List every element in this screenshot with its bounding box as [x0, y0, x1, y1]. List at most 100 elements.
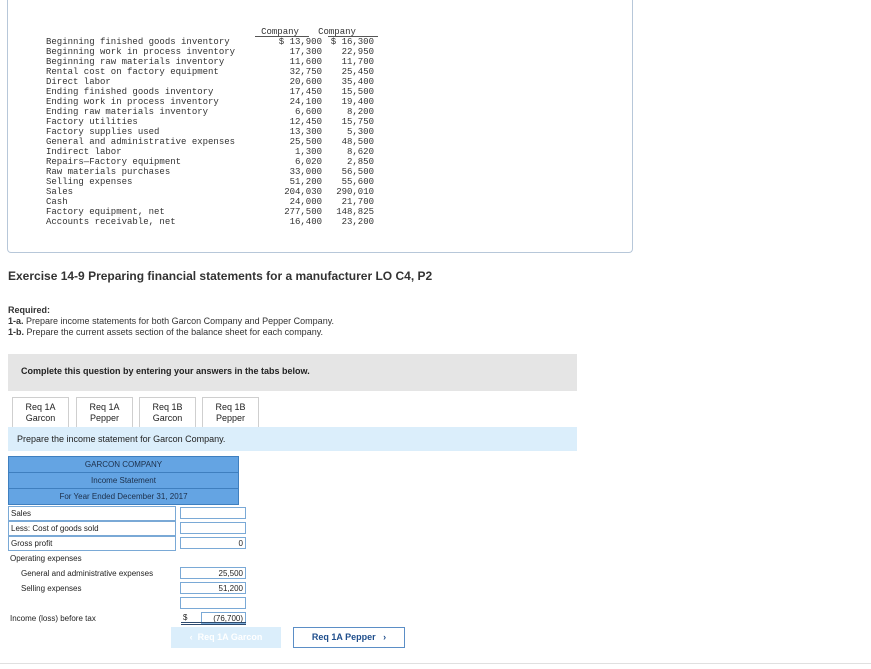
- page-divider: [0, 663, 871, 664]
- data-row-value-b: 15,500: [341, 87, 374, 97]
- prev-tab-button[interactable]: ‹ Req 1A Garcon: [171, 627, 281, 648]
- data-row-value-a: 33,000: [289, 167, 322, 177]
- instruction-text: Prepare the income statement for Garcon …: [17, 434, 226, 444]
- row-gross-profit: Gross profit 0: [8, 536, 246, 551]
- data-row-value-a: 24,000: [289, 197, 322, 207]
- data-row-label: Direct labor: [46, 77, 111, 87]
- data-row-value-b: 48,500: [341, 137, 374, 147]
- required-a-text: Prepare income statements for both Garco…: [26, 316, 335, 326]
- data-row-label: Rental cost on factory equipment: [46, 67, 219, 77]
- chevron-right-icon: ›: [383, 632, 387, 642]
- data-row-value-a: 17,300: [289, 47, 322, 57]
- data-row-value-b: 8,200: [346, 107, 374, 117]
- data-row-value-a: 32,750: [289, 67, 322, 77]
- next-tab-button[interactable]: Req 1A Pepper ›: [293, 627, 405, 648]
- tab-label-line2: Pepper: [89, 413, 120, 423]
- complete-prompt: Complete this question by entering your …: [21, 366, 310, 376]
- data-row-value-a: $ 13,900: [278, 37, 322, 47]
- sales-value-input[interactable]: [180, 507, 246, 519]
- data-row-value-b: 55,600: [341, 177, 374, 187]
- required-heading: Required:: [8, 305, 51, 315]
- instruction-bar: Prepare the income statement for Garcon …: [8, 427, 577, 451]
- data-row-label: Sales: [46, 187, 74, 197]
- data-table-labels: Beginning finished goods inventory Beginn…: [46, 37, 235, 227]
- data-row-value-a: 25,500: [289, 137, 322, 147]
- data-row-label: Beginning finished goods inventory: [46, 37, 230, 47]
- data-row-value-b: 11,700: [341, 57, 374, 67]
- data-table-col-a: Company $ 13,900 17,300 11,600 32,750 20,600…: [238, 27, 322, 227]
- gross-profit-label-input[interactable]: Gross profit: [8, 536, 176, 551]
- statement-company: GARCON COMPANY: [9, 457, 238, 473]
- data-row-value-b: $ 16,300: [330, 37, 374, 47]
- data-row-value-a: 24,100: [289, 97, 322, 107]
- data-row-value-b: 25,450: [341, 67, 374, 77]
- ga-expenses-label-input[interactable]: General and administrative expenses: [21, 569, 153, 578]
- cogs-value-input[interactable]: [180, 522, 246, 534]
- data-row-value-a: 12,450: [289, 117, 322, 127]
- tab-label-line2: Pepper: [215, 413, 246, 423]
- data-table-col-b: Company $ 16,300 22,950 11,700 25,450 35,400…: [312, 27, 374, 227]
- tab-label-line1: Req 1A: [25, 402, 56, 412]
- data-row-value-b: 56,500: [341, 167, 374, 177]
- income-currency: $: [183, 613, 188, 622]
- data-row-value-a: 277,500: [284, 207, 322, 217]
- tab-label-line1: Req 1B: [215, 402, 246, 412]
- empty-value-input[interactable]: [180, 597, 246, 609]
- required-b-key: 1-b.: [8, 327, 25, 337]
- exercise-title: Exercise 14-9 Preparing financial statem…: [8, 269, 433, 283]
- data-row-label: Accounts receivable, net: [46, 217, 176, 227]
- data-row-label: Selling expenses: [46, 177, 133, 187]
- tab-req-1a-garcon[interactable]: Req 1A Garcon: [12, 397, 69, 427]
- complete-prompt-bar: Complete this question by entering your …: [8, 354, 577, 391]
- data-row-label: Ending raw materials inventory: [46, 107, 209, 117]
- data-row-label: Factory supplies used: [46, 127, 160, 137]
- data-row-value-b: 290,010: [336, 187, 374, 197]
- ga-expenses-value-input[interactable]: 25,500: [180, 567, 246, 579]
- data-row-value-a: 1,300: [294, 147, 322, 157]
- selling-expenses-value-input[interactable]: 51,200: [180, 582, 246, 594]
- data-row-label: Raw materials purchases: [46, 167, 171, 177]
- chevron-left-icon: ‹: [189, 632, 193, 642]
- operating-expenses-label: Operating expenses: [10, 554, 82, 563]
- required-a-key: 1-a.: [8, 316, 24, 326]
- required-b-text: Prepare the current assets section of th…: [26, 327, 324, 337]
- data-row-value-b: 8,620: [346, 147, 374, 157]
- data-row-value-b: 21,700: [341, 197, 374, 207]
- income-statement: GARCON COMPANY Income Statement For Year…: [8, 456, 246, 626]
- data-row-value-a: 11,600: [289, 57, 322, 67]
- data-row-value-b: 19,400: [341, 97, 374, 107]
- data-row-label: Beginning work in process inventory: [46, 47, 236, 57]
- tab-req-1b-garcon[interactable]: Req 1B Garcon: [139, 397, 196, 427]
- data-row-value-a: 16,400: [289, 217, 322, 227]
- tab-label-line1: Req 1B: [152, 402, 183, 412]
- data-row-value-b: 23,200: [341, 217, 374, 227]
- data-row-value-b: 15,750: [341, 117, 374, 127]
- data-row-label: Indirect labor: [46, 147, 122, 157]
- data-row-label: Factory equipment, net: [46, 207, 165, 217]
- row-sales: Sales: [8, 506, 246, 521]
- cogs-label-input[interactable]: Less: Cost of goods sold: [8, 521, 176, 536]
- row-operating-expenses: Operating expenses: [8, 551, 239, 566]
- data-row-label: Factory utilities: [46, 117, 138, 127]
- gross-profit-value: 0: [180, 537, 246, 549]
- income-before-tax-label: Income (loss) before tax: [10, 614, 96, 623]
- data-row-value-b: 2,850: [346, 157, 374, 167]
- tab-req-1a-pepper[interactable]: Req 1A Pepper: [76, 397, 133, 427]
- row-cogs: Less: Cost of goods sold: [8, 521, 246, 536]
- row-empty: [8, 596, 246, 611]
- sales-label-input[interactable]: Sales: [8, 506, 176, 521]
- next-tab-label: Req 1A Pepper: [311, 632, 376, 642]
- data-row-value-b: 35,400: [341, 77, 374, 87]
- data-row-label: Cash: [46, 197, 68, 207]
- tab-label-line2: Garcon: [152, 413, 183, 423]
- required-section: Required: 1-a. Prepare income statements…: [8, 305, 334, 338]
- tab-req-1b-pepper[interactable]: Req 1B Pepper: [202, 397, 259, 427]
- statement-period: For Year Ended December 31, 2017: [59, 492, 188, 501]
- data-row-label: Repairs—Factory equipment: [46, 157, 182, 167]
- statement-name: Income Statement: [9, 473, 238, 489]
- data-row-value-a: 13,300: [289, 127, 322, 137]
- data-row-value-a: 6,600: [294, 107, 322, 117]
- data-row-label: Ending work in process inventory: [46, 97, 219, 107]
- data-row-value-a: 51,200: [289, 177, 322, 187]
- selling-expenses-label-input[interactable]: Selling expenses: [21, 584, 81, 593]
